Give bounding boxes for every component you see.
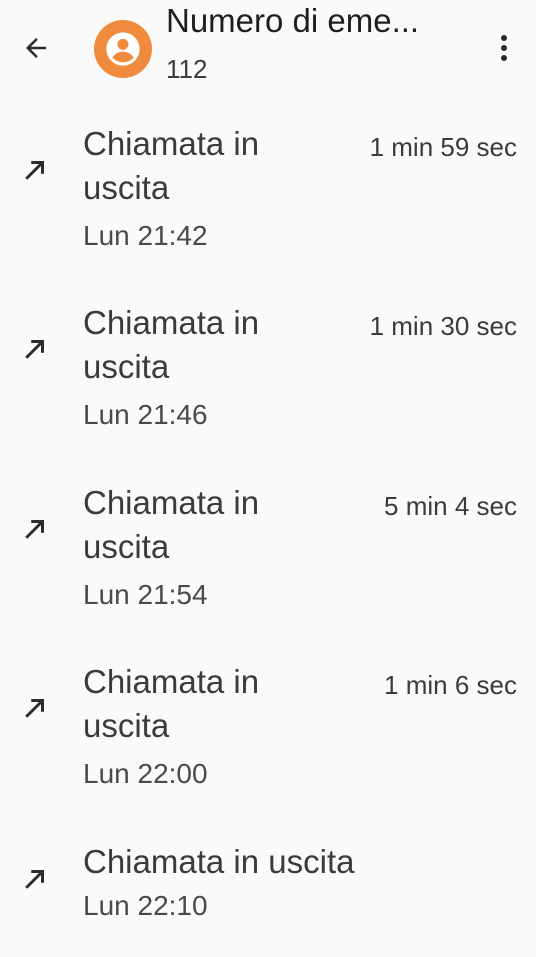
call-type: Chiamata in uscita bbox=[83, 125, 260, 206]
back-button[interactable] bbox=[16, 28, 56, 68]
call-duration: 1 min 6 sec bbox=[384, 670, 517, 700]
outgoing-call-icon bbox=[25, 340, 44, 359]
call-type: Chiamata in uscita bbox=[83, 484, 260, 565]
call-duration: 5 min 4 sec bbox=[384, 491, 517, 521]
outgoing-call-icon bbox=[25, 161, 44, 180]
call-type: Chiamata in uscita bbox=[83, 304, 260, 385]
call-time: Lun 22:10 bbox=[83, 890, 208, 921]
app-header: Numero di eme... 112 bbox=[0, 0, 536, 100]
call-type: Chiamata in uscita bbox=[83, 663, 260, 744]
avatar[interactable] bbox=[94, 20, 152, 78]
contact-number: 112 bbox=[166, 54, 208, 84]
outgoing-call-icon bbox=[25, 870, 44, 889]
call-time: Lun 21:42 bbox=[83, 220, 208, 251]
call-time: Lun 21:54 bbox=[83, 579, 208, 610]
more-vert-icon bbox=[501, 35, 507, 61]
more-options-button[interactable] bbox=[486, 28, 522, 68]
call-time: Lun 22:00 bbox=[83, 758, 208, 789]
call-duration: 1 min 59 sec bbox=[369, 132, 517, 162]
call-time: Lun 21:46 bbox=[83, 399, 208, 430]
call-type: Chiamata in uscita bbox=[83, 843, 355, 880]
outgoing-call-icon bbox=[25, 699, 44, 718]
call-duration: 1 min 30 sec bbox=[369, 311, 517, 341]
back-arrow-icon bbox=[26, 38, 46, 58]
person-icon bbox=[106, 32, 140, 66]
contact-name: Numero di eme... bbox=[166, 2, 420, 39]
outgoing-call-icon bbox=[25, 520, 44, 539]
